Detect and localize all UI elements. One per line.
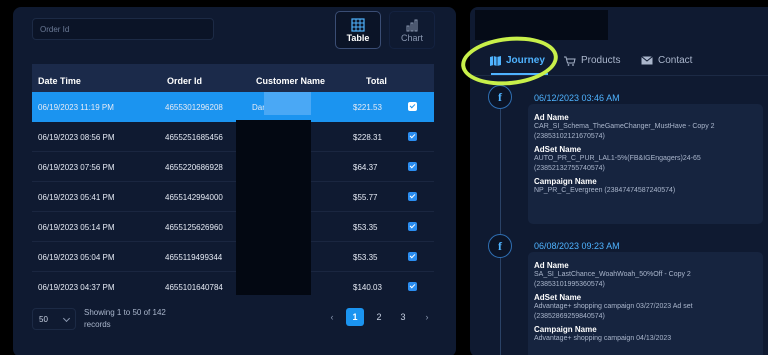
tab-products-label: Products	[581, 55, 621, 66]
row-date: 06/19/2023 11:19 PM	[38, 103, 114, 112]
order-id-search-input[interactable]: Order Id	[32, 18, 214, 40]
chart-view-label: Chart	[400, 33, 423, 43]
row-checkbox[interactable]	[408, 162, 417, 171]
event-date: 06/12/2023 03:46 AM	[534, 93, 620, 103]
row-total: $53.35	[353, 253, 378, 262]
row-date: 06/19/2023 05:14 PM	[38, 223, 115, 232]
row-checkbox[interactable]	[408, 222, 417, 231]
redaction-mark	[264, 92, 311, 115]
adset-name-value: Advantage+ shopping campaign 03/27/2023 …	[534, 303, 693, 320]
table-row[interactable]: 06/19/2023 08:56 PM 4655251685456 $228.3…	[32, 122, 434, 152]
records-summary: Showing 1 to 50 of 142 records	[84, 308, 166, 329]
table-view-label: Table	[346, 33, 370, 43]
adset-name-value: AUTO_PR_C_PUR_LAL1-5%(FB&IGEngagers)24-6…	[534, 155, 701, 172]
table-row[interactable]: 06/19/2023 05:41 PM 4655142994000 $55.77	[32, 182, 434, 212]
chart-view-button[interactable]: Chart	[389, 11, 435, 49]
campaign-name-value: Advantage+ shopping campaign 04/13/2023	[534, 335, 672, 342]
page-3-button[interactable]: 3	[394, 308, 412, 326]
campaign-name-label: Campaign Name	[534, 325, 597, 334]
row-date: 06/19/2023 07:56 PM	[38, 163, 115, 172]
row-order-id: 4655142994000	[165, 193, 223, 202]
header-total[interactable]: Total	[366, 76, 387, 86]
prev-page-button[interactable]: ‹	[323, 308, 341, 326]
row-order-id: 4655101640784	[165, 283, 223, 292]
timeline-line	[500, 99, 501, 355]
campaign-name-value: NP_PR_C_Evergreen (23847474587240574)	[534, 187, 676, 194]
table-view-button[interactable]: Table	[335, 11, 381, 49]
row-checkbox[interactable]	[408, 192, 417, 201]
journey-event-card: Ad Name SA_SI_LastChance_WoahWoah_50%Off…	[528, 252, 763, 355]
table-icon	[351, 18, 365, 32]
tab-products[interactable]: Products	[564, 55, 620, 66]
table-row[interactable]: 06/19/2023 05:14 PM 4655125626960 $53.35	[32, 212, 434, 242]
row-date: 06/19/2023 05:41 PM	[38, 193, 115, 202]
row-total: $221.53	[353, 103, 382, 112]
row-checkbox[interactable]	[408, 282, 417, 291]
facebook-icon: f	[488, 85, 512, 109]
row-total: $140.03	[353, 283, 382, 292]
row-date: 06/19/2023 04:37 PM	[38, 283, 115, 292]
row-order-id: 4655125626960	[165, 223, 223, 232]
page-size-value: 50	[39, 315, 48, 324]
tab-contact[interactable]: Contact	[641, 55, 692, 66]
tab-contact-label: Contact	[658, 55, 693, 66]
cart-icon	[564, 56, 576, 66]
orders-panel: Order Id Table Chart Date Time Order Id …	[13, 7, 456, 355]
row-date: 06/19/2023 08:56 PM	[38, 133, 115, 142]
table-row[interactable]: 06/19/2023 07:56 PM 4655220686928 $64.37	[32, 152, 434, 182]
row-date: 06/19/2023 05:04 PM	[38, 253, 115, 262]
table-row[interactable]: 06/19/2023 11:19 PM 4655301296208 Daniel…	[32, 92, 434, 122]
header-order-id[interactable]: Order Id	[167, 76, 202, 86]
row-checkbox[interactable]	[408, 132, 417, 141]
row-total: $228.31	[353, 133, 382, 142]
campaign-name-label: Campaign Name	[534, 177, 597, 186]
header-date-time[interactable]: Date Time	[38, 76, 81, 86]
bar-chart-icon	[406, 19, 418, 32]
row-order-id: 4655251685456	[165, 133, 223, 142]
page-size-select[interactable]: 50	[32, 308, 76, 330]
header-customer-name[interactable]: Customer Name	[256, 76, 325, 86]
ad-name-label: Ad Name	[534, 113, 569, 122]
next-page-button[interactable]: ›	[418, 308, 436, 326]
row-order-id: 4655220686928	[165, 163, 223, 172]
row-order-id: 4655301296208	[165, 103, 223, 112]
table-row[interactable]: 06/19/2023 04:37 PM 4655101640784 $140.0…	[32, 272, 434, 302]
row-total: $53.35	[353, 223, 378, 232]
row-checkbox[interactable]	[408, 252, 417, 261]
ad-name-value: SA_SI_LastChance_WoahWoah_50%Off - Copy …	[534, 271, 691, 288]
row-checkbox[interactable]	[408, 102, 417, 111]
envelope-icon	[641, 56, 653, 65]
facebook-icon: f	[488, 234, 512, 258]
row-order-id: 4655119499344	[165, 253, 223, 262]
ad-name-label: Ad Name	[534, 261, 569, 270]
ad-name-value: CAR_SI_Schema_TheGameChanger_MustHave - …	[534, 123, 715, 140]
adset-name-label: AdSet Name	[534, 145, 582, 154]
redaction-mark	[475, 10, 608, 40]
event-date: 06/08/2023 09:23 AM	[534, 241, 620, 251]
journey-event-card: Ad Name CAR_SI_Schema_TheGameChanger_Mus…	[528, 104, 763, 224]
redaction-mark	[236, 120, 311, 295]
page-2-button[interactable]: 2	[370, 308, 388, 326]
page-1-button[interactable]: 1	[346, 308, 364, 326]
row-total: $64.37	[353, 163, 378, 172]
row-total: $55.77	[353, 193, 378, 202]
chevron-down-icon	[62, 314, 71, 323]
table-row[interactable]: 06/19/2023 05:04 PM 4655119499344 $53.35	[32, 242, 434, 272]
adset-name-label: AdSet Name	[534, 293, 582, 302]
